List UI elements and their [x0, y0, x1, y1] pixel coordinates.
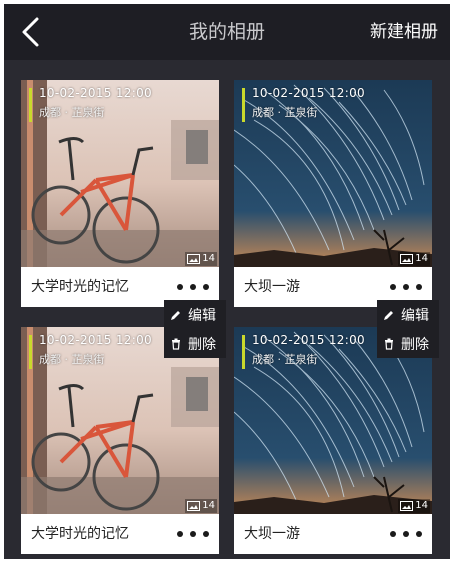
trash-icon: [172, 338, 180, 350]
photo-count-badge: 14: [185, 252, 217, 266]
edit-menu-item[interactable]: 编辑: [377, 300, 439, 329]
album-card[interactable]: 10-02-2015 12:00 成都 · 芷泉街 14 大学时光的记忆: [21, 327, 219, 554]
more-dot: [177, 531, 183, 537]
accent-bar: [242, 335, 245, 369]
more-dot: [416, 284, 422, 290]
more-dot: [403, 531, 409, 537]
album-date: 10-02-2015 12:00: [39, 333, 152, 347]
more-dot: [403, 284, 409, 290]
photo-count: 14: [202, 253, 215, 264]
album-caption: 大坝一游: [234, 514, 432, 554]
delete-menu-item[interactable]: 删除: [377, 329, 439, 358]
more-options-button[interactable]: [177, 526, 209, 542]
pencil-icon: [384, 310, 393, 320]
album-location: 成都 · 芷泉街: [252, 353, 318, 366]
more-options-button[interactable]: [390, 526, 422, 542]
more-dot: [190, 531, 196, 537]
accent-bar: [29, 335, 32, 369]
more-dot: [416, 531, 422, 537]
album-date: 10-02-2015 12:00: [39, 86, 152, 100]
more-dot: [190, 284, 196, 290]
edit-menu-item[interactable]: 编辑: [164, 300, 226, 329]
nav-bar: 我的相册 新建相册: [4, 4, 450, 60]
album-cover-photo[interactable]: 10-02-2015 12:00 成都 · 芷泉街 14: [21, 80, 219, 267]
album-date: 10-02-2015 12:00: [252, 333, 365, 347]
photo-count-badge: 14: [185, 499, 217, 513]
photo-count: 14: [202, 500, 215, 511]
accent-bar: [242, 88, 245, 122]
album-card[interactable]: 10-02-2015 12:00 成都 · 芷泉街 14 大学时光的记忆: [21, 80, 219, 307]
album-date: 10-02-2015 12:00: [252, 86, 365, 100]
album-title: 大学时光的记忆: [31, 279, 129, 295]
edit-label: 编辑: [401, 307, 429, 324]
edit-label: 编辑: [188, 307, 216, 324]
photo-count: 14: [415, 253, 428, 264]
pencil-icon: [171, 310, 180, 320]
more-dot: [203, 531, 209, 537]
more-dot: [390, 284, 396, 290]
album-title: 大坝一游: [244, 279, 300, 295]
more-options-button[interactable]: [177, 279, 209, 295]
album-location: 成都 · 芷泉街: [252, 106, 318, 119]
new-album-button[interactable]: 新建相册: [370, 4, 438, 60]
album-location: 成都 · 芷泉街: [39, 106, 105, 119]
delete-label: 删除: [188, 336, 216, 353]
album-card[interactable]: 10-02-2015 12:00 成都 · 芷泉街 14 大坝一游: [234, 80, 432, 307]
more-dot: [203, 284, 209, 290]
album-caption: 大学时光的记忆: [21, 514, 219, 554]
app-screen: 我的相册 新建相册 10-02-2015 12:00 成都 · 芷泉街 14 大…: [4, 4, 450, 559]
photo-count: 14: [415, 500, 428, 511]
delete-label: 删除: [401, 336, 429, 353]
more-dot: [177, 284, 183, 290]
photo-count-badge: 14: [398, 499, 430, 513]
more-options-button[interactable]: [390, 279, 422, 295]
image-icon: [187, 254, 201, 264]
album-cover-photo[interactable]: 10-02-2015 12:00 成都 · 芷泉街 14: [234, 80, 432, 267]
album-location: 成都 · 芷泉街: [39, 353, 105, 366]
trash-icon: [385, 338, 393, 350]
more-dot: [390, 531, 396, 537]
album-card[interactable]: 10-02-2015 12:00 成都 · 芷泉街 14 大坝一游: [234, 327, 432, 554]
album-context-menu: 编辑 删除: [377, 300, 439, 358]
image-icon: [187, 501, 201, 511]
album-title: 大学时光的记忆: [31, 526, 129, 542]
delete-menu-item[interactable]: 删除: [164, 329, 226, 358]
image-icon: [400, 254, 414, 264]
photo-count-badge: 14: [398, 252, 430, 266]
image-icon: [400, 501, 414, 511]
accent-bar: [29, 88, 32, 122]
album-context-menu: 编辑 删除: [164, 300, 226, 358]
album-title: 大坝一游: [244, 526, 300, 542]
